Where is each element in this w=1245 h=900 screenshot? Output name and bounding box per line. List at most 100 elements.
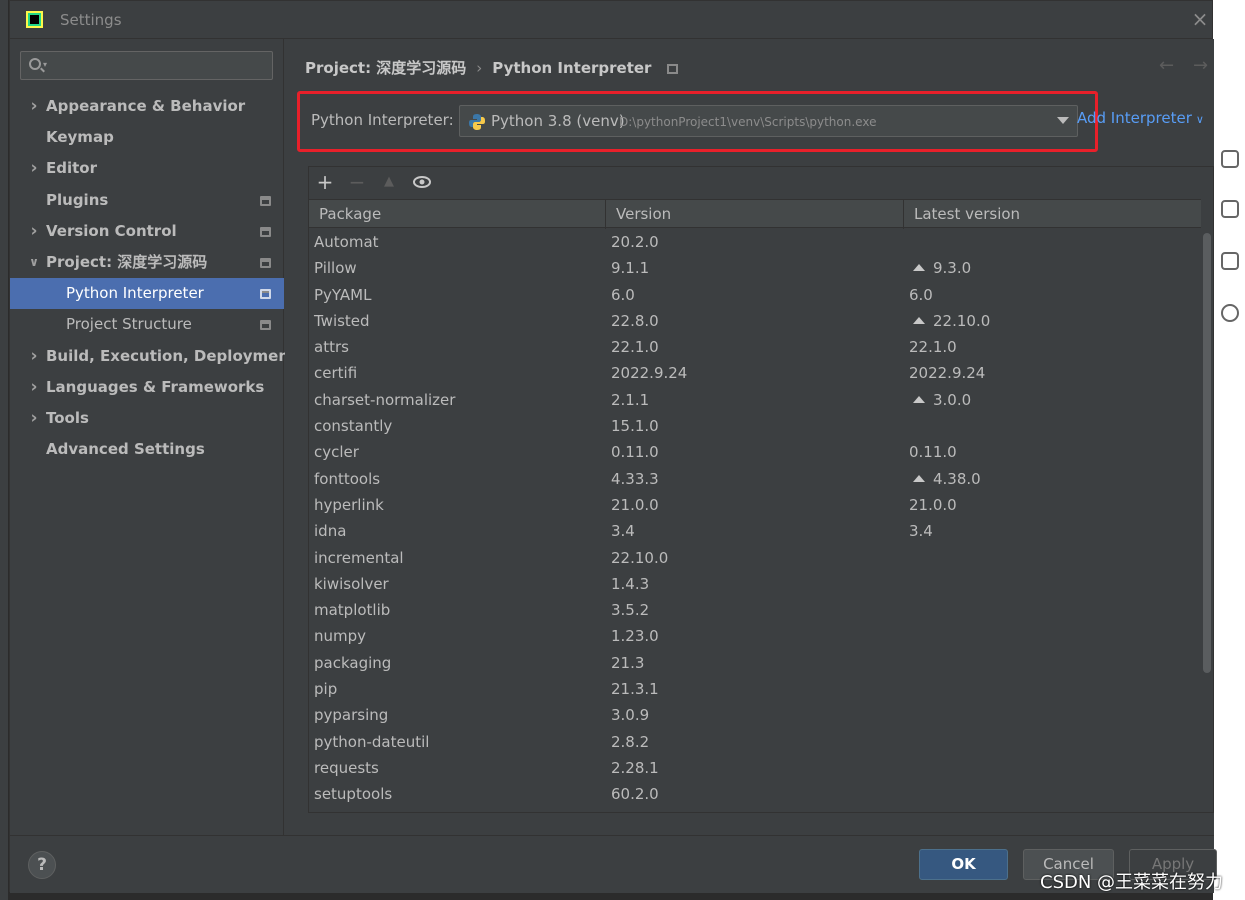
project-scope-icon xyxy=(260,289,271,300)
table-row[interactable]: numpy 1.23.0 xyxy=(309,623,1201,649)
sidebar-item[interactable]: › Languages & Frameworks xyxy=(10,372,284,403)
latest-version-cell: 21.0.0 xyxy=(909,495,957,514)
window-title: Settings xyxy=(60,11,122,29)
settings-search-input[interactable]: ▾ xyxy=(20,51,273,80)
sidebar-item-label: Project: 深度学习源码 xyxy=(46,253,208,271)
close-icon[interactable]: × xyxy=(1190,9,1210,29)
sidebar-item-label: Languages & Frameworks xyxy=(46,377,265,396)
table-row[interactable]: attrs 22.1.0 22.1.0 xyxy=(309,334,1201,360)
package-name-cell: constantly xyxy=(314,417,393,436)
back-arrow-icon[interactable]: ← xyxy=(1159,55,1174,76)
table-row[interactable]: charset-normalizer 2.1.1 3.0.0 xyxy=(309,387,1201,413)
sidebar-item[interactable]: ∨ Project: 深度学习源码 xyxy=(10,247,284,278)
table-row[interactable]: pip 21.3.1 xyxy=(309,676,1201,702)
chevron-right-icon[interactable]: › xyxy=(28,341,40,372)
sidebar-item[interactable]: › Tools xyxy=(10,403,284,434)
chevron-down-icon[interactable] xyxy=(1057,117,1069,124)
table-row[interactable]: Automat 20.2.0 xyxy=(309,229,1201,255)
column-header-version[interactable]: Version xyxy=(606,200,904,229)
version-cell: 22.1.0 xyxy=(611,338,659,357)
table-row[interactable]: PyYAML 6.0 6.0 xyxy=(309,282,1201,308)
sidebar-item-label: Keymap xyxy=(46,128,114,147)
version-cell: 20.2.0 xyxy=(611,233,659,251)
remove-package-button[interactable]: − xyxy=(346,171,368,193)
interpreter-select[interactable]: Python 3.8 (venv) D:\pythonProject1\venv… xyxy=(459,105,1078,137)
ok-button[interactable]: OK xyxy=(919,849,1008,880)
sidebar-item[interactable]: Keymap xyxy=(10,122,284,153)
table-row[interactable]: idna 3.4 3.4 xyxy=(309,518,1201,544)
table-row[interactable]: packaging 21.3 xyxy=(309,650,1201,676)
chevron-right-icon[interactable]: › xyxy=(28,372,40,403)
package-name-cell: kiwisolver xyxy=(314,574,389,593)
watermark: CSDN @王菜菜在努力 xyxy=(1040,872,1224,893)
table-row[interactable]: Twisted 22.8.0 22.10.0 xyxy=(309,308,1201,334)
table-row[interactable]: matplotlib 3.5.2 xyxy=(309,597,1201,623)
package-name-cell: incremental xyxy=(314,548,404,567)
package-name-cell: cycler xyxy=(314,443,359,462)
packages-table-body: Automat 20.2.0 Pillow 9.1.1 9.3.0 PyYAML 6.0 6.… xyxy=(309,229,1201,808)
table-row[interactable]: cycler 0.11.0 0.11.0 xyxy=(309,439,1201,465)
version-cell: 1.4.3 xyxy=(611,574,650,593)
chevron-right-icon[interactable]: › xyxy=(28,91,40,122)
table-row[interactable]: requests 2.28.1 xyxy=(309,755,1201,781)
chevron-right-icon[interactable]: › xyxy=(28,216,40,247)
table-row[interactable]: kiwisolver 1.4.3 xyxy=(309,571,1201,597)
table-row[interactable]: pyparsing 3.0.9 xyxy=(309,702,1201,728)
version-cell: 21.3.1 xyxy=(611,680,659,699)
chevron-right-icon[interactable]: › xyxy=(28,153,40,184)
settings-content: Project: 深度学习源码 › Python Interpreter ← → P… xyxy=(285,39,1214,835)
search-options-caret-icon[interactable]: ▾ xyxy=(43,60,47,69)
table-row[interactable]: python-dateutil 2.8.2 xyxy=(309,729,1201,755)
version-cell: 0.11.0 xyxy=(611,443,659,462)
project-scope-icon xyxy=(260,195,271,206)
sidebar-item[interactable]: › Editor xyxy=(10,153,284,184)
sidebar-item[interactable]: Project Structure xyxy=(10,309,284,340)
chevron-down-icon[interactable]: ∨ xyxy=(28,247,40,278)
package-name-cell: certifi xyxy=(314,364,358,383)
vertical-scrollbar[interactable] xyxy=(1201,229,1213,813)
help-button[interactable]: ? xyxy=(28,851,56,879)
table-row[interactable]: incremental 22.10.0 xyxy=(309,545,1201,571)
title-bar: Settings × xyxy=(10,1,1212,39)
add-interpreter-label[interactable]: Add Interpreter xyxy=(1077,109,1192,127)
breadcrumb: Project: 深度学习源码 › Python Interpreter xyxy=(305,57,679,78)
settings-dialog: Settings × ▾ › Appearance & Behavior Keyma… xyxy=(9,0,1217,893)
breadcrumb-page: Python Interpreter xyxy=(492,59,652,77)
sidebar-item-label: Build, Execution, Deployment xyxy=(46,346,297,365)
version-cell: 3.5.2 xyxy=(611,601,650,620)
table-row[interactable]: constantly 15.1.0 xyxy=(309,413,1201,439)
breadcrumb-project[interactable]: Project: 深度学习源码 xyxy=(305,59,466,77)
version-cell: 22.10.0 xyxy=(611,548,669,567)
version-cell: 3.4 xyxy=(611,522,635,541)
sidebar-item[interactable]: › Appearance & Behavior xyxy=(10,91,284,122)
chevron-down-icon[interactable]: ∨ xyxy=(1196,113,1204,126)
table-row[interactable]: hyperlink 21.0.0 21.0.0 xyxy=(309,492,1201,518)
upgrade-package-button[interactable]: ▲ xyxy=(378,171,400,193)
background-app-toolbar xyxy=(1213,0,1245,900)
upgrade-available-icon xyxy=(913,316,925,324)
show-early-releases-button[interactable] xyxy=(411,171,433,193)
project-scope-icon xyxy=(260,258,271,268)
forward-arrow-icon[interactable]: → xyxy=(1193,55,1208,76)
table-row[interactable]: certifi 2022.9.24 2022.9.24 xyxy=(309,360,1201,386)
package-name-cell: requests xyxy=(314,758,379,777)
sidebar-item[interactable]: › Version Control xyxy=(10,216,284,247)
column-header-latest-version[interactable]: Latest version xyxy=(904,200,1201,229)
table-row[interactable]: Pillow 9.1.1 9.3.0 xyxy=(309,255,1201,281)
latest-version-cell: 2022.9.24 xyxy=(909,364,986,383)
add-package-button[interactable]: + xyxy=(314,171,336,193)
table-row[interactable]: fonttools 4.33.3 4.38.0 xyxy=(309,466,1201,492)
sidebar-item[interactable]: Advanced Settings xyxy=(10,434,284,465)
scrollbar-thumb[interactable] xyxy=(1203,233,1211,673)
table-row[interactable]: setuptools 60.2.0 xyxy=(309,781,1201,807)
sidebar-item[interactable]: Python Interpreter xyxy=(10,278,284,310)
add-interpreter-link[interactable]: Add Interpreter ∨ xyxy=(1077,109,1204,127)
chevron-right-icon[interactable]: › xyxy=(28,403,40,434)
latest-version-cell: 22.1.0 xyxy=(909,338,957,357)
version-cell: 15.1.0 xyxy=(611,417,659,436)
column-header-package[interactable]: Package xyxy=(309,200,606,229)
sidebar-item-label: Project Structure xyxy=(66,315,192,334)
version-cell: 3.0.9 xyxy=(611,706,650,725)
sidebar-item[interactable]: › Build, Execution, Deployment xyxy=(10,341,296,372)
sidebar-item[interactable]: Plugins xyxy=(10,185,284,216)
